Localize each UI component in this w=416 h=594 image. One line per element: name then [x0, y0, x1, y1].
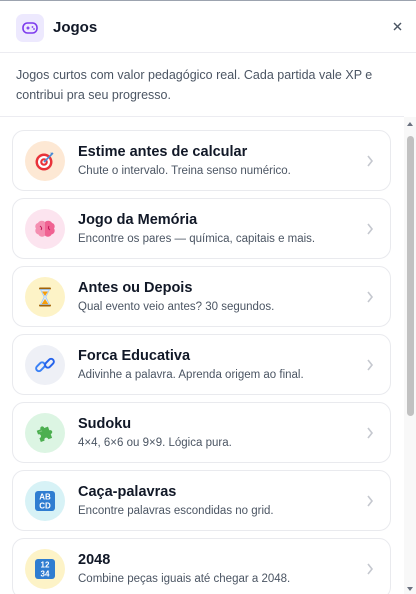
scrollbar[interactable] [404, 117, 416, 594]
hourglass-icon [25, 277, 65, 317]
game-subtitle: Encontre palavras escondidas no grid. [78, 505, 274, 517]
close-button[interactable] [390, 19, 404, 33]
chevron-right-icon [367, 155, 374, 167]
game-title: Antes ou Depois [78, 280, 193, 296]
scrollbar-thumb[interactable] [407, 136, 414, 416]
game-title: Sudoku [78, 416, 132, 432]
game-card-2048[interactable]: 12 34 2048 Combine peças iguais até cheg… [12, 538, 391, 594]
svg-text:34: 34 [41, 570, 50, 579]
game-subtitle: Adivinhe a palavra. Aprenda origem ao fi… [78, 369, 304, 381]
chain-icon [25, 345, 65, 385]
svg-text:12: 12 [41, 561, 50, 570]
brain-icon [25, 209, 65, 249]
game-card-antes-depois[interactable]: Antes ou Depois Qual evento veio antes? … [12, 266, 391, 327]
game-subtitle: Encontre os pares — química, capitais e … [78, 233, 316, 245]
svg-text:CD: CD [39, 502, 51, 511]
game-title: Jogo da Memória [78, 212, 198, 228]
game-card-memoria[interactable]: Jogo da Memória Encontre os pares — quím… [12, 198, 391, 259]
dialog-description: Jogos curtos com valor pedagógico real. … [16, 68, 373, 102]
chevron-right-icon [367, 223, 374, 235]
game-card-caca-palavras[interactable]: AB CD Caça-palavras Encontre palavras es… [12, 470, 391, 531]
game-title: Caça-palavras [78, 484, 177, 500]
puzzle-icon [25, 413, 65, 453]
scroll-down-arrow-icon[interactable] [407, 587, 413, 591]
game-title: Estime antes de calcular [78, 144, 248, 160]
game-title: Forca Educativa [78, 348, 191, 364]
gamepad-icon [16, 14, 44, 42]
game-card-forca[interactable]: Forca Educativa Adivinhe a palavra. Apre… [12, 334, 391, 395]
numbers-1234-icon: 12 34 [25, 549, 65, 589]
game-card-sudoku[interactable]: Sudoku 4×4, 6×6 ou 9×9. Lógica pura. [12, 402, 391, 463]
svg-text:AB: AB [39, 493, 51, 502]
abcd-icon: AB CD [25, 481, 65, 521]
game-subtitle: Qual evento veio antes? 30 segundos. [78, 301, 275, 313]
game-subtitle: Combine peças iguais até chegar a 2048. [78, 573, 291, 585]
game-card-estime[interactable]: Estime antes de calcular Chute o interva… [12, 130, 391, 191]
games-list: Estime antes de calcular Chute o interva… [0, 117, 404, 594]
chevron-right-icon [367, 359, 374, 371]
dialog-title: Jogos [53, 19, 98, 36]
target-icon [25, 141, 65, 181]
scroll-up-arrow-icon[interactable] [407, 122, 413, 126]
dialog-header: Jogos [0, 1, 416, 53]
chevron-right-icon [367, 291, 374, 303]
close-icon[interactable] [393, 22, 402, 31]
chevron-right-icon [367, 563, 374, 575]
game-subtitle: Chute o intervalo. Treina senso numérico… [78, 165, 291, 177]
game-subtitle: 4×4, 6×6 ou 9×9. Lógica pura. [78, 437, 232, 449]
game-title: 2048 [78, 552, 111, 568]
chevron-right-icon [367, 427, 374, 439]
chevron-right-icon [367, 495, 374, 507]
